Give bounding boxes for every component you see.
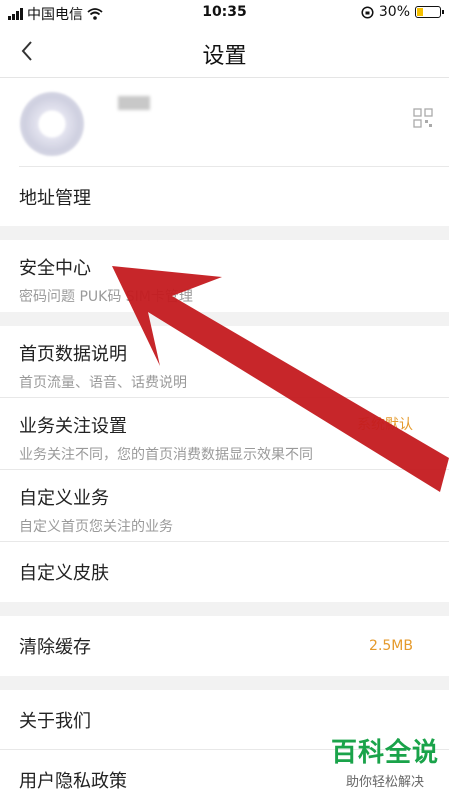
row-custom-business[interactable]: 自定义业务 自定义首页您关注的业务	[0, 470, 449, 542]
row-custom-skin[interactable]: 自定义皮肤	[0, 542, 449, 602]
row-label: 首页数据说明	[19, 344, 127, 365]
page-title: 设置	[202, 44, 247, 69]
security-section: 安全中心 密码问题 PUK码 SIM卡管理	[0, 240, 449, 312]
cache-section: 清除缓存 2.5MB	[0, 616, 449, 676]
avatar	[20, 92, 84, 156]
battery-percent: 30%	[378, 4, 410, 20]
status-bar: 中国电信 10:35 30%	[0, 0, 449, 26]
profile-row[interactable]	[0, 78, 449, 166]
row-label: 关于我们	[19, 710, 91, 732]
row-label: 用户隐私政策	[19, 771, 127, 792]
nav-bar: 设置	[0, 26, 449, 78]
row-business-focus[interactable]: 业务关注设置 业务关注不同，您的首页消费数据显示效果不同 系统默认	[0, 398, 449, 470]
row-security[interactable]: 安全中心 密码问题 PUK码 SIM卡管理	[0, 240, 449, 312]
cache-size: 2.5MB	[369, 638, 413, 654]
row-sublabel: 首页流量、语音、话费说明	[19, 375, 187, 391]
battery-icon	[415, 6, 444, 18]
row-label: 自定义皮肤	[19, 563, 109, 584]
watermark-subtitle: 助你轻松解决	[345, 775, 424, 790]
orientation-lock-icon	[361, 5, 374, 19]
profile-section: 地址管理	[0, 78, 449, 226]
row-clear-cache[interactable]: 清除缓存 2.5MB	[0, 616, 449, 676]
row-address[interactable]: 地址管理	[19, 166, 449, 226]
profile-name-blurred	[118, 96, 150, 110]
watermark-title: 百科全说	[330, 738, 439, 768]
qr-code-icon[interactable]	[413, 108, 433, 128]
row-value: 系统默认	[357, 417, 413, 433]
row-label: 清除缓存	[19, 637, 91, 658]
row-sublabel: 自定义首页您关注的业务	[19, 519, 173, 535]
row-label: 安全中心	[19, 258, 91, 279]
row-sublabel: 密码问题 PUK码 SIM卡管理	[19, 289, 193, 305]
watermark: 百科全说 助你轻松解决	[331, 732, 439, 790]
row-label: 自定义业务	[19, 488, 109, 509]
row-sublabel: 业务关注不同，您的首页消费数据显示效果不同	[19, 447, 313, 463]
row-label: 地址管理	[19, 187, 91, 209]
row-home-data[interactable]: 首页数据说明 首页流量、语音、话费说明	[0, 326, 449, 398]
data-section: 首页数据说明 首页流量、语音、话费说明 业务关注设置 业务关注不同，您的首页消费…	[0, 326, 449, 602]
